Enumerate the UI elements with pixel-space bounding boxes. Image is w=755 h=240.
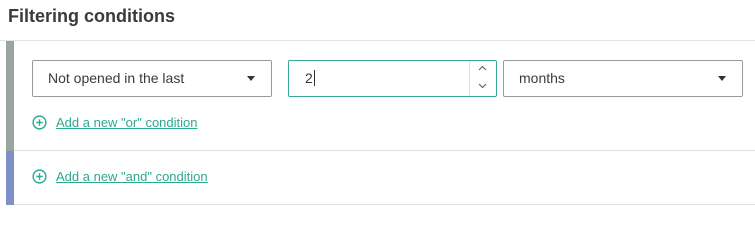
and-condition-group: Add a new "and" condition bbox=[6, 151, 755, 205]
number-spinner bbox=[469, 61, 496, 96]
chevron-down-icon bbox=[718, 76, 726, 81]
chevron-down-icon bbox=[247, 76, 255, 81]
add-and-condition-link[interactable]: Add a new "and" condition bbox=[32, 169, 208, 184]
amount-number-input[interactable]: 2 bbox=[288, 60, 497, 97]
filtering-conditions-section: Filtering conditions Not opened in the l… bbox=[0, 0, 755, 216]
decrement-button[interactable] bbox=[470, 79, 496, 96]
time-unit-select[interactable]: months bbox=[503, 60, 743, 97]
time-unit-value: months bbox=[519, 70, 565, 86]
or-condition-group: Not opened in the last 2 months Add a ne… bbox=[6, 41, 755, 151]
amount-value: 2 bbox=[305, 70, 315, 86]
increment-button[interactable] bbox=[470, 61, 496, 78]
plus-circle-icon bbox=[32, 115, 47, 130]
or-group-accent-bar bbox=[6, 41, 14, 151]
amount-value-text: 2 bbox=[305, 70, 313, 86]
chevron-up-icon bbox=[478, 65, 487, 71]
add-or-condition-link[interactable]: Add a new "or" condition bbox=[32, 115, 197, 130]
plus-circle-icon bbox=[32, 169, 47, 184]
add-or-condition-label: Add a new "or" condition bbox=[56, 115, 198, 130]
add-and-condition-label: Add a new "and" condition bbox=[56, 169, 208, 184]
text-cursor bbox=[313, 70, 315, 86]
and-group-accent-bar bbox=[6, 151, 14, 205]
condition-type-select[interactable]: Not opened in the last bbox=[32, 60, 272, 97]
section-title: Filtering conditions bbox=[8, 6, 175, 26]
chevron-down-icon bbox=[478, 83, 487, 89]
condition-type-value: Not opened in the last bbox=[48, 70, 185, 86]
